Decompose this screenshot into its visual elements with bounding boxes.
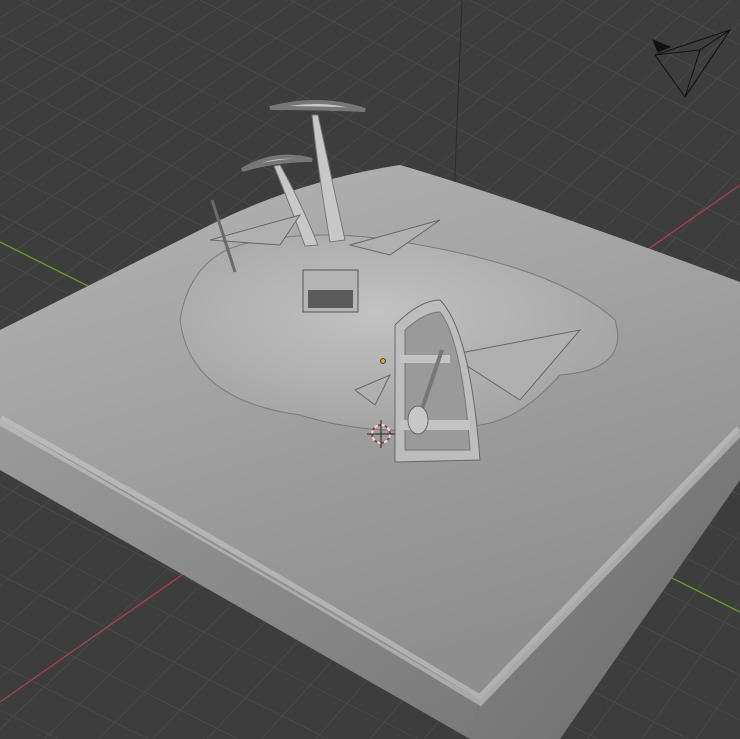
- grid-line: [0, 0, 130, 83]
- camera-wireframe-icon[interactable]: [652, 29, 732, 98]
- grid-line: [0, 0, 231, 154]
- grid-line: [0, 664, 149, 739]
- grid-line: [695, 674, 740, 739]
- grid-line: [379, 0, 740, 181]
- object-origin-icon: [380, 358, 386, 364]
- grid-line: [0, 0, 164, 106]
- grid-line: [641, 599, 740, 739]
- 3d-viewport[interactable]: [0, 0, 740, 739]
- grid-line: [0, 0, 264, 180]
- island-diorama[interactable]: [0, 100, 740, 739]
- grid-line: [649, 0, 740, 46]
- grid-line: [0, 709, 59, 739]
- treasure-chest: [302, 269, 359, 313]
- grid-line: [0, 619, 239, 739]
- grid-line: [559, 0, 740, 91]
- grid-line: [469, 0, 740, 136]
